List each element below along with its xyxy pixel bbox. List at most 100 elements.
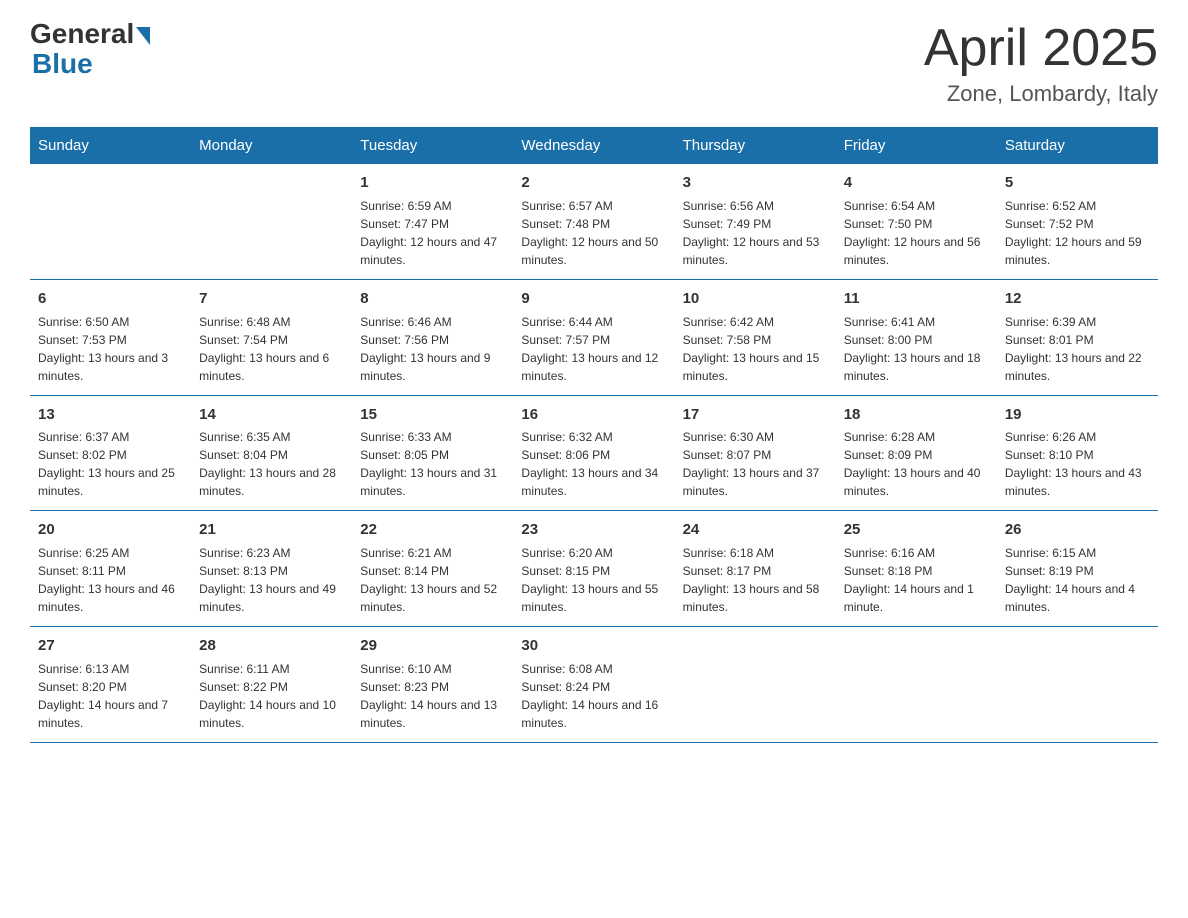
day-detail: Sunrise: 6:18 AM Sunset: 8:17 PM Dayligh… (683, 544, 828, 616)
day-detail: Sunrise: 6:44 AM Sunset: 7:57 PM Dayligh… (521, 313, 666, 385)
day-number: 10 (683, 288, 828, 310)
day-detail: Sunrise: 6:28 AM Sunset: 8:09 PM Dayligh… (844, 428, 989, 500)
calendar-cell (30, 164, 191, 279)
calendar-cell: 23 Sunrise: 6:20 AM Sunset: 8:15 PM Dayli… (513, 511, 674, 627)
day-number: 20 (38, 519, 183, 541)
calendar-cell: 7Sunrise: 6:48 AM Sunset: 7:54 PM Daylig… (191, 279, 352, 395)
calendar-cell (191, 164, 352, 279)
day-detail: Sunrise: 6:50 AM Sunset: 7:53 PM Dayligh… (38, 313, 183, 385)
day-number: 8 (360, 288, 505, 310)
day-number: 6 (38, 288, 183, 310)
calendar-cell: 18Sunrise: 6:28 AM Sunset: 8:09 PM Dayli… (836, 395, 997, 511)
day-detail: Sunrise: 6:10 AM Sunset: 8:23 PM Dayligh… (360, 660, 505, 732)
day-number: 1 (360, 172, 505, 194)
calendar-cell (836, 627, 997, 743)
calendar-week-row: 1 Sunrise: 6:59 AM Sunset: 7:47 PM Daylig… (30, 164, 1158, 279)
calendar-cell: 26Sunrise: 6:15 AM Sunset: 8:19 PM Dayli… (997, 511, 1158, 627)
day-detail: Sunrise: 6:21 AM Sunset: 8:14 PM Dayligh… (360, 544, 505, 616)
calendar-cell: 6 Sunrise: 6:50 AM Sunset: 7:53 PM Daylig… (30, 279, 191, 395)
logo-arrow-icon (136, 27, 150, 45)
calendar-cell: 11 Sunrise: 6:41 AM Sunset: 8:00 PM Dayli… (836, 279, 997, 395)
calendar-cell: 1 Sunrise: 6:59 AM Sunset: 7:47 PM Daylig… (352, 164, 513, 279)
day-number: 15 (360, 404, 505, 426)
page-header: General Blue April 2025 Zone, Lombardy, … (30, 20, 1158, 107)
weekday-header-row: SundayMondayTuesdayWednesdayThursdayFrid… (30, 127, 1158, 164)
calendar-cell: 5 Sunrise: 6:52 AM Sunset: 7:52 PM Daylig… (997, 164, 1158, 279)
calendar-cell: 2 Sunrise: 6:57 AM Sunset: 7:48 PM Daylig… (513, 164, 674, 279)
day-number: 16 (521, 404, 666, 426)
logo-general-text: General (30, 20, 134, 48)
day-number: 11 (844, 288, 989, 310)
day-detail: Sunrise: 6:56 AM Sunset: 7:49 PM Dayligh… (683, 197, 828, 269)
calendar-cell (675, 627, 836, 743)
day-detail: Sunrise: 6:54 AM Sunset: 7:50 PM Dayligh… (844, 197, 989, 269)
weekday-header-monday: Monday (191, 127, 352, 164)
day-number: 28 (199, 635, 344, 657)
day-number: 2 (521, 172, 666, 194)
day-number: 3 (683, 172, 828, 194)
day-detail: Sunrise: 6:33 AM Sunset: 8:05 PM Dayligh… (360, 428, 505, 500)
day-detail: Sunrise: 6:23 AM Sunset: 8:13 PM Dayligh… (199, 544, 344, 616)
calendar-cell: 20Sunrise: 6:25 AM Sunset: 8:11 PM Dayli… (30, 511, 191, 627)
logo: General Blue (30, 20, 150, 80)
day-detail: Sunrise: 6:35 AM Sunset: 8:04 PM Dayligh… (199, 428, 344, 500)
day-number: 18 (844, 404, 989, 426)
calendar-cell: 9 Sunrise: 6:44 AM Sunset: 7:57 PM Daylig… (513, 279, 674, 395)
calendar-cell: 17Sunrise: 6:30 AM Sunset: 8:07 PM Dayli… (675, 395, 836, 511)
weekday-header-tuesday: Tuesday (352, 127, 513, 164)
calendar-week-row: 20Sunrise: 6:25 AM Sunset: 8:11 PM Dayli… (30, 511, 1158, 627)
weekday-header-friday: Friday (836, 127, 997, 164)
calendar-cell: 27Sunrise: 6:13 AM Sunset: 8:20 PM Dayli… (30, 627, 191, 743)
day-detail: Sunrise: 6:57 AM Sunset: 7:48 PM Dayligh… (521, 197, 666, 269)
day-detail: Sunrise: 6:11 AM Sunset: 8:22 PM Dayligh… (199, 660, 344, 732)
calendar-cell: 15Sunrise: 6:33 AM Sunset: 8:05 PM Dayli… (352, 395, 513, 511)
day-detail: Sunrise: 6:37 AM Sunset: 8:02 PM Dayligh… (38, 428, 183, 500)
page-title: April 2025 (924, 20, 1158, 77)
calendar-cell: 29Sunrise: 6:10 AM Sunset: 8:23 PM Dayli… (352, 627, 513, 743)
weekday-header-thursday: Thursday (675, 127, 836, 164)
day-number: 14 (199, 404, 344, 426)
day-number: 19 (1005, 404, 1150, 426)
day-number: 25 (844, 519, 989, 541)
day-number: 30 (521, 635, 666, 657)
day-detail: Sunrise: 6:42 AM Sunset: 7:58 PM Dayligh… (683, 313, 828, 385)
calendar-cell: 3 Sunrise: 6:56 AM Sunset: 7:49 PM Daylig… (675, 164, 836, 279)
calendar-week-row: 6 Sunrise: 6:50 AM Sunset: 7:53 PM Daylig… (30, 279, 1158, 395)
weekday-header-wednesday: Wednesday (513, 127, 674, 164)
day-detail: Sunrise: 6:59 AM Sunset: 7:47 PM Dayligh… (360, 197, 505, 269)
calendar-cell: 22Sunrise: 6:21 AM Sunset: 8:14 PM Dayli… (352, 511, 513, 627)
calendar-cell (997, 627, 1158, 743)
calendar-week-row: 27Sunrise: 6:13 AM Sunset: 8:20 PM Dayli… (30, 627, 1158, 743)
day-number: 9 (521, 288, 666, 310)
day-detail: Sunrise: 6:39 AM Sunset: 8:01 PM Dayligh… (1005, 313, 1150, 385)
calendar-cell: 30 Sunrise: 6:08 AM Sunset: 8:24 PM Dayli… (513, 627, 674, 743)
day-detail: Sunrise: 6:13 AM Sunset: 8:20 PM Dayligh… (38, 660, 183, 732)
calendar-cell: 4 Sunrise: 6:54 AM Sunset: 7:50 PM Daylig… (836, 164, 997, 279)
day-detail: Sunrise: 6:20 AM Sunset: 8:15 PM Dayligh… (521, 544, 666, 616)
day-number: 26 (1005, 519, 1150, 541)
day-detail: Sunrise: 6:46 AM Sunset: 7:56 PM Dayligh… (360, 313, 505, 385)
day-number: 4 (844, 172, 989, 194)
day-number: 12 (1005, 288, 1150, 310)
day-detail: Sunrise: 6:52 AM Sunset: 7:52 PM Dayligh… (1005, 197, 1150, 269)
calendar-header: SundayMondayTuesdayWednesdayThursdayFrid… (30, 127, 1158, 164)
calendar-cell: 19Sunrise: 6:26 AM Sunset: 8:10 PM Dayli… (997, 395, 1158, 511)
logo-blue-text: Blue (32, 48, 93, 80)
day-number: 5 (1005, 172, 1150, 194)
weekday-header-saturday: Saturday (997, 127, 1158, 164)
day-detail: Sunrise: 6:16 AM Sunset: 8:18 PM Dayligh… (844, 544, 989, 616)
day-number: 24 (683, 519, 828, 541)
day-detail: Sunrise: 6:08 AM Sunset: 8:24 PM Dayligh… (521, 660, 666, 732)
day-detail: Sunrise: 6:30 AM Sunset: 8:07 PM Dayligh… (683, 428, 828, 500)
day-number: 23 (521, 519, 666, 541)
weekday-header-sunday: Sunday (30, 127, 191, 164)
calendar-cell: 28 Sunrise: 6:11 AM Sunset: 8:22 PM Dayli… (191, 627, 352, 743)
day-number: 7 (199, 288, 344, 310)
calendar-cell: 8 Sunrise: 6:46 AM Sunset: 7:56 PM Daylig… (352, 279, 513, 395)
day-detail: Sunrise: 6:41 AM Sunset: 8:00 PM Dayligh… (844, 313, 989, 385)
calendar-cell: 10 Sunrise: 6:42 AM Sunset: 7:58 PM Dayli… (675, 279, 836, 395)
calendar-cell: 25 Sunrise: 6:16 AM Sunset: 8:18 PM Dayli… (836, 511, 997, 627)
calendar-cell: 24 Sunrise: 6:18 AM Sunset: 8:17 PM Dayli… (675, 511, 836, 627)
calendar-body: 1 Sunrise: 6:59 AM Sunset: 7:47 PM Daylig… (30, 164, 1158, 742)
calendar-week-row: 13Sunrise: 6:37 AM Sunset: 8:02 PM Dayli… (30, 395, 1158, 511)
